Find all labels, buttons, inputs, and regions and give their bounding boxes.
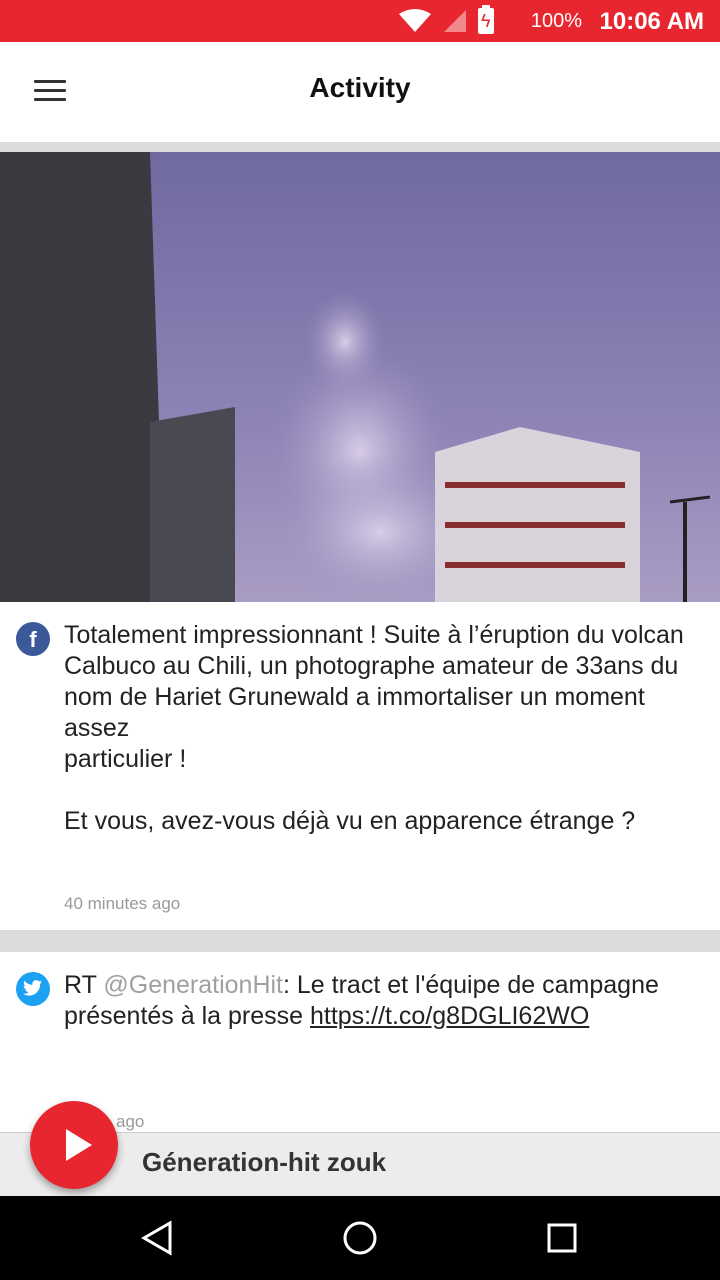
signal-icon xyxy=(444,10,466,32)
tweet-url-link[interactable]: https://t.co/g8DGLI62WO xyxy=(310,1002,589,1030)
feed-post-facebook[interactable]: f Totalement impressionnant ! Suite à l’… xyxy=(0,152,720,930)
post-text: Totalement impressionnant ! Suite à l’ér… xyxy=(64,621,684,835)
twitter-icon xyxy=(16,972,50,1006)
post-timestamp: ago xyxy=(116,1112,145,1131)
battery-percent: 100% xyxy=(530,10,582,32)
retweet-prefix: RT xyxy=(64,971,104,999)
post-image[interactable] xyxy=(0,152,720,602)
feed-post-twitter[interactable]: RT @GenerationHit: Le tract et l'équipe … xyxy=(0,952,720,1132)
facebook-icon: f xyxy=(16,622,50,656)
page-title: Activity xyxy=(309,72,411,103)
home-icon[interactable] xyxy=(340,1218,380,1258)
station-name: Géneration-hit zouk xyxy=(142,1147,387,1177)
activity-feed[interactable]: f Totalement impressionnant ! Suite à l’… xyxy=(0,142,720,1132)
post-timestamp: 40 minutes ago xyxy=(64,894,181,913)
mention-link[interactable]: @GenerationHit xyxy=(103,971,283,999)
wifi-icon xyxy=(399,9,431,32)
system-nav-bar xyxy=(0,1196,720,1280)
battery-icon: ϟ xyxy=(478,5,494,34)
post-text: RT @GenerationHit: Le tract et l'équipe … xyxy=(64,970,704,1032)
play-button[interactable] xyxy=(30,1101,118,1189)
back-icon[interactable] xyxy=(138,1218,178,1258)
clock: 10:06 AM xyxy=(599,8,704,35)
recents-icon[interactable] xyxy=(542,1218,582,1258)
app-bar: Activity xyxy=(0,42,720,143)
status-bar: ϟ 100% 10:06 AM xyxy=(0,0,720,42)
